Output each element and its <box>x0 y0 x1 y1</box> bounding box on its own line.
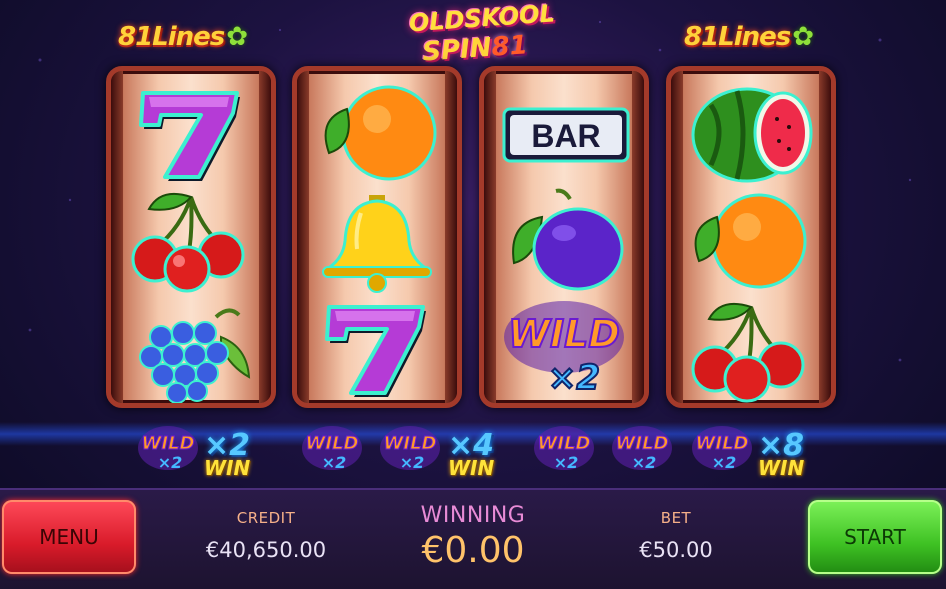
svg-text:×2: ×2 <box>158 453 183 472</box>
seven-icon <box>325 305 426 397</box>
logo-number: 81 <box>490 30 529 63</box>
wild-multiplier-row: WILD ×2 ×2 WIN WILD ×2 WILD ×2 ×4 WIN WI… <box>0 418 946 484</box>
orange-icon <box>324 85 437 181</box>
plum-icon <box>512 188 624 291</box>
svg-text:×2: ×2 <box>400 453 425 472</box>
svg-text:×2: ×2 <box>712 453 737 472</box>
winning-value: €0.00 <box>421 530 525 571</box>
win-label: WIN <box>448 456 495 480</box>
reel-1 <box>106 66 276 408</box>
reel-3: BAR WILD ×2 <box>479 66 649 408</box>
wild-x2-icon: WILD ×2 <box>380 426 440 472</box>
svg-text:×2: ×2 <box>322 453 347 472</box>
svg-text:×2: ×2 <box>632 453 657 472</box>
control-bar: MENU CREDIT €40,650.00 WINNING €0.00 BET… <box>0 488 946 589</box>
reel-2 <box>292 66 462 408</box>
bell-icon <box>321 195 433 293</box>
svg-text:×2: ×2 <box>554 453 579 472</box>
orange-icon <box>694 193 807 289</box>
svg-text:WILD: WILD <box>616 433 669 454</box>
wild-text: WILD <box>508 312 620 356</box>
winning-label: WINNING <box>420 503 526 528</box>
svg-text:WILD: WILD <box>306 433 359 454</box>
wild-x2-icon: WILD ×2 <box>504 301 624 399</box>
menu-button[interactable]: MENU <box>2 500 136 574</box>
win-label: WIN <box>204 456 251 480</box>
lines-badge-left: 81Lines✿ <box>118 22 248 52</box>
cherries-icon <box>691 303 805 403</box>
start-button[interactable]: START <box>808 500 942 574</box>
credit-label: CREDIT <box>236 509 296 527</box>
wild-x2-icon: WILD ×2 <box>138 426 198 472</box>
lines-badge-text: 81Lines <box>684 22 791 52</box>
wild-x2-icon: WILD ×2 <box>302 426 362 472</box>
bar-icon: BAR <box>502 107 630 163</box>
clover-icon: ✿ <box>226 22 248 52</box>
clover-icon: ✿ <box>792 22 814 52</box>
bar-text: BAR <box>531 118 600 154</box>
wild-x2-icon: WILD ×2 <box>534 426 594 472</box>
game-logo: OLDSKOOL SPIN81 <box>408 0 556 68</box>
wild-x2-icon: WILD ×2 <box>612 426 672 472</box>
seven-icon <box>139 91 240 181</box>
bet-value: €50.00 <box>639 538 713 562</box>
watermelon-icon <box>691 87 813 183</box>
start-button-label: START <box>844 525 906 549</box>
lines-badge-text: 81Lines <box>118 22 225 52</box>
svg-text:WILD: WILD <box>384 433 437 454</box>
grapes-icon <box>139 308 251 403</box>
logo-line-2: SPIN <box>421 32 493 68</box>
lines-badge-right: 81Lines✿ <box>684 22 814 52</box>
reel-4 <box>666 66 836 408</box>
svg-text:WILD: WILD <box>538 433 591 454</box>
cherries-icon <box>131 193 245 293</box>
svg-text:WILD: WILD <box>696 433 749 454</box>
menu-button-label: MENU <box>39 525 99 549</box>
credit-value: €40,650.00 <box>205 538 327 562</box>
wild-x2-icon: WILD ×2 <box>692 426 752 472</box>
wild-multiplier: ×2 <box>548 358 600 398</box>
svg-text:WILD: WILD <box>142 433 195 454</box>
win-label: WIN <box>758 456 805 480</box>
bet-label: BET <box>660 509 692 527</box>
